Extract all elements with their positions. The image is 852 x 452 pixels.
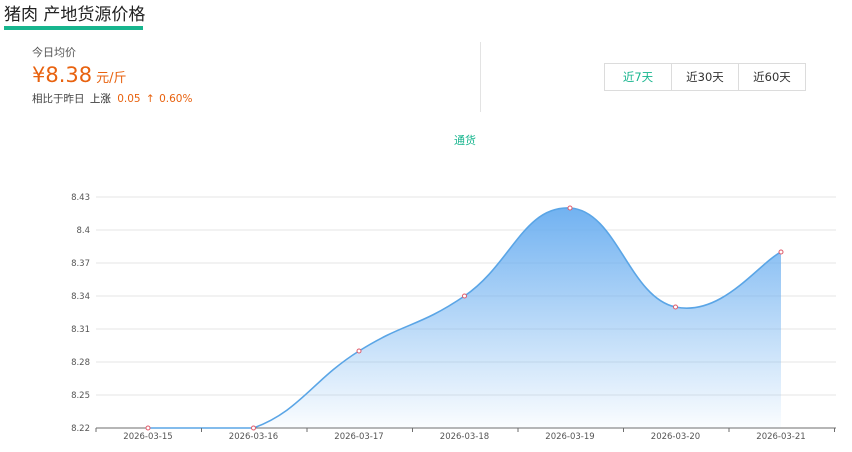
y-tick-label: 8.28 [71,358,90,368]
x-tick-label: 2026-03-20 [651,432,700,442]
x-tick-label: 2026-03-17 [334,432,383,442]
x-tick-label: 2026-03-21 [756,432,805,442]
data-point [356,348,362,354]
y-tick-label: 8.31 [71,325,90,335]
data-point [567,205,573,211]
price-chart: 8.22 8.25 8.28 8.31 8.34 8.37 8.4 8.43 2026-03-1… [71,193,836,442]
y-tick-label: 8.43 [71,193,90,203]
data-point [462,293,467,299]
y-tick-label: 8.25 [71,391,90,401]
x-tick-label: 2026-03-15 [123,432,172,442]
data-point [778,249,784,255]
y-tick-label: 8.34 [71,292,90,302]
x-tick-label: 2026-03-16 [229,432,278,442]
x-tick-label: 2026-03-19 [545,432,594,442]
data-point [673,304,678,310]
x-tick-label: 2026-03-18 [440,432,489,442]
data-point [251,425,256,431]
y-tick-label: 8.22 [71,424,90,434]
data-point [145,425,151,431]
y-tick-label: 8.4 [76,226,90,236]
y-tick-label: 8.37 [71,259,90,269]
